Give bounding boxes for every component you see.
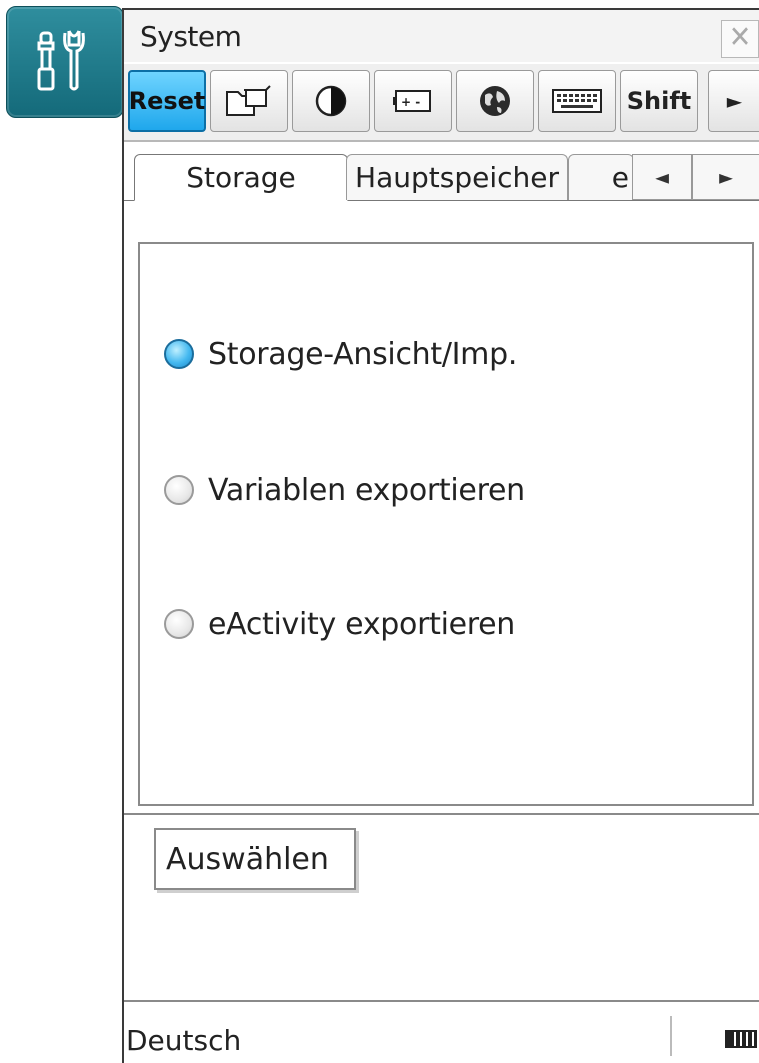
shift-label: Shift [626, 87, 692, 115]
tab-eactivity-label: e [611, 161, 629, 194]
close-icon: ✕ [728, 20, 752, 55]
globe-icon [480, 86, 510, 116]
option-label: Variablen exportieren [208, 472, 525, 508]
battery-icon: + - [393, 90, 431, 112]
reset-button[interactable]: Reset [128, 70, 206, 132]
contrast-icon [315, 85, 347, 117]
window-title: System [140, 20, 242, 53]
tab-prev-button[interactable]: ◄ [632, 154, 692, 200]
tab-storage-label: Storage [186, 161, 296, 194]
tab-bar: Storage Hauptspeicher e ◄ ► [124, 150, 759, 201]
keyboard-button[interactable] [538, 70, 616, 132]
option-label: eActivity exportieren [208, 606, 516, 642]
select-button[interactable]: Auswählen [154, 828, 356, 890]
contrast-button[interactable] [292, 70, 370, 132]
option-export-eactivity[interactable]: eActivity exportieren [164, 604, 515, 644]
language-button[interactable] [456, 70, 534, 132]
radio-unselected-icon[interactable] [164, 609, 194, 639]
tab-hauptspeicher[interactable]: Hauptspeicher [346, 154, 568, 200]
close-button[interactable]: ✕ [721, 20, 759, 58]
tab-hauptspeicher-label: Hauptspeicher [355, 161, 559, 194]
toolbar: Reset + - Shift ► [124, 64, 759, 142]
tab-storage[interactable]: Storage [134, 154, 348, 201]
select-label: Auswählen [166, 841, 329, 877]
divider [124, 1000, 759, 1002]
title-bar: System ✕ [124, 10, 759, 62]
chevron-left-icon: ◄ [655, 165, 669, 189]
storage-button[interactable] [210, 70, 288, 132]
toolbar-scroll-right-button[interactable]: ► [708, 70, 759, 132]
status-divider [670, 1016, 672, 1056]
scroll-right-icon: ► [726, 89, 743, 113]
storage-folder-icon [226, 85, 271, 116]
option-export-variables[interactable]: Variablen exportieren [164, 470, 525, 510]
system-window: System ✕ Reset + - Shift ► Storage Haupt… [122, 8, 759, 1010]
tab-eactivity[interactable]: e [568, 154, 634, 200]
svg-text:+ -: + - [401, 95, 420, 109]
tools-icon [37, 30, 85, 91]
reset-label: Reset [128, 87, 206, 115]
divider [124, 813, 759, 815]
radio-unselected-icon[interactable] [164, 475, 194, 505]
battery-full-icon [725, 1030, 757, 1048]
radio-selected-icon[interactable] [164, 339, 194, 369]
option-label: Storage-Ansicht/Imp. [208, 336, 518, 372]
chevron-right-icon: ► [719, 165, 733, 189]
option-storage-view[interactable]: Storage-Ansicht/Imp. [164, 334, 517, 374]
system-app-icon[interactable] [6, 6, 124, 118]
tab-next-button[interactable]: ► [692, 154, 759, 200]
options-panel: Storage-Ansicht/Imp. Variablen exportier… [138, 242, 754, 806]
shift-button[interactable]: Shift [620, 70, 698, 132]
battery-settings-button[interactable]: + - [374, 70, 452, 132]
status-bar: Deutsch [122, 1010, 759, 1063]
language-status: Deutsch [126, 1024, 242, 1057]
keyboard-icon [552, 89, 602, 113]
